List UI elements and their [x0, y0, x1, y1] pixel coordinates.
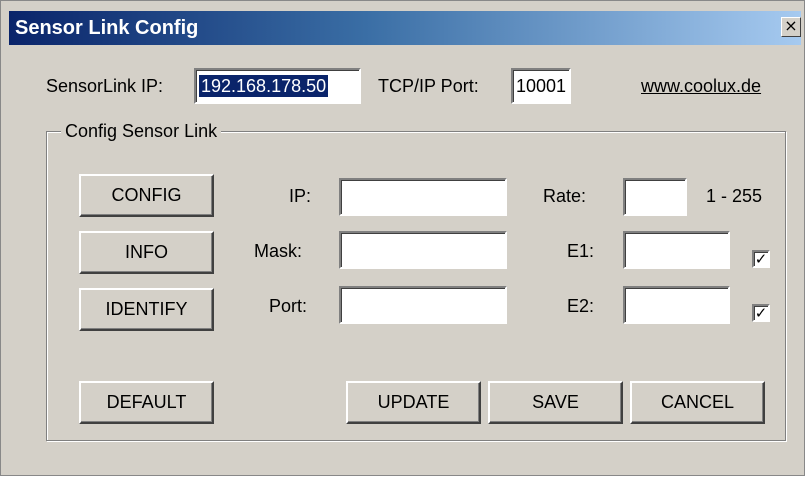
config-button[interactable]: CONFIG — [79, 174, 214, 217]
checkmark-icon: ✓ — [754, 250, 768, 268]
e1-input[interactable] — [623, 231, 730, 269]
mask-input[interactable] — [339, 231, 507, 269]
ip-input[interactable] — [339, 178, 507, 216]
ip-label: IP: — [289, 186, 312, 206]
port-label: Port: — [269, 296, 308, 316]
info-button[interactable]: INFO — [79, 231, 214, 274]
checkmark-icon: ✓ — [754, 304, 768, 322]
close-button[interactable]: × — [781, 17, 801, 37]
identify-button[interactable]: IDENTIFY — [79, 288, 214, 331]
rate-range-hint: 1 - 255 — [706, 186, 763, 206]
close-icon: × — [784, 16, 798, 35]
sensorlink-ip-input[interactable]: 192.168.178.50 — [194, 68, 361, 104]
config-dialog: Sensor Link Config × SensorLink IP: 192.… — [0, 0, 805, 476]
e1-label: E1: — [567, 241, 595, 261]
sensorlink-ip-value: 192.168.178.50 — [199, 75, 329, 97]
rate-label: Rate: — [543, 186, 587, 206]
e2-input[interactable] — [623, 286, 730, 324]
mask-label: Mask: — [254, 241, 303, 261]
default-button[interactable]: DEFAULT — [79, 381, 214, 424]
update-button[interactable]: UPDATE — [346, 381, 481, 424]
website-link[interactable]: www.coolux.de — [641, 76, 761, 97]
window-title: Sensor Link Config — [15, 17, 199, 39]
tcpip-port-label: TCP/IP Port: — [378, 76, 479, 96]
title-bar[interactable]: Sensor Link Config × — [9, 11, 801, 45]
cancel-button[interactable]: CANCEL — [630, 381, 765, 424]
rate-input[interactable] — [623, 178, 687, 216]
group-label: Config Sensor Link — [61, 121, 222, 142]
e1-checkbox[interactable]: ✓ — [752, 250, 770, 268]
tcpip-port-input[interactable]: 10001 — [511, 68, 571, 104]
e2-checkbox[interactable]: ✓ — [752, 304, 770, 322]
e2-label: E2: — [567, 296, 595, 316]
sensorlink-ip-label: SensorLink IP: — [46, 76, 164, 96]
save-button[interactable]: SAVE — [488, 381, 623, 424]
port-input[interactable] — [339, 286, 507, 324]
